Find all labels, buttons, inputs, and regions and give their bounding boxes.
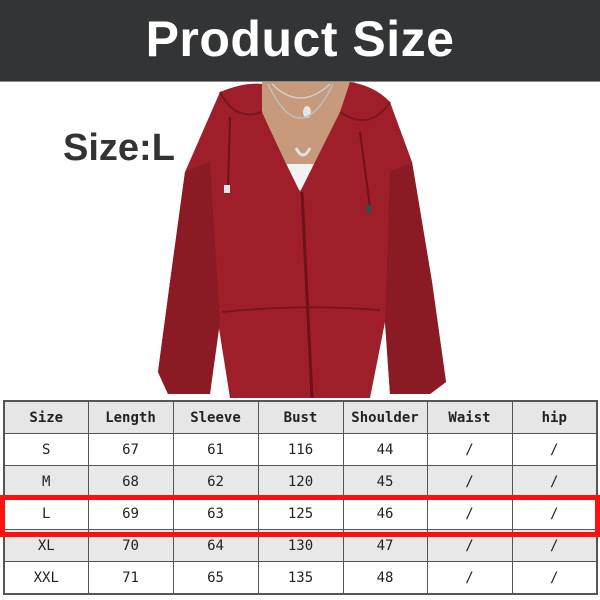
column-header: Sleeve (172, 400, 259, 434)
column-header: Waist (426, 400, 513, 434)
table-cell: 44 (342, 433, 428, 466)
table-row-highlighted: L 69 63 125 46 / / (3, 497, 598, 530)
table-cell: / (511, 497, 598, 530)
table-row: XXL 71 65 135 48 / / (3, 561, 598, 595)
page-title: Product Size (145, 10, 455, 67)
column-header: Size (3, 400, 89, 434)
table-cell: 125 (257, 497, 344, 530)
size-chart-table: Size Length Sleeve Bust Shoulder Waist h… (3, 400, 598, 595)
table-cell: 46 (342, 497, 428, 530)
column-header: Shoulder (342, 400, 428, 434)
table-cell: 61 (172, 433, 259, 466)
table-cell: / (426, 433, 513, 466)
table-cell: / (426, 497, 513, 530)
header-bar: Product Size (0, 0, 600, 82)
column-header: Length (87, 400, 174, 434)
table-cell: 135 (257, 561, 344, 595)
table-row: XL 70 64 130 47 / / (3, 529, 598, 562)
table-cell: 67 (87, 433, 174, 466)
table-cell: / (511, 433, 598, 466)
table-cell: XL (3, 529, 89, 562)
table-cell: 47 (342, 529, 428, 562)
size-label: Size:L (63, 127, 175, 169)
drawstring-tip-left (224, 185, 230, 193)
table-cell: / (426, 561, 513, 595)
table-cell: L (3, 497, 89, 530)
table-cell: 63 (172, 497, 259, 530)
table-cell: 62 (172, 465, 259, 498)
table-cell: 116 (257, 433, 344, 466)
table-cell: 69 (87, 497, 174, 530)
table-row: M 68 62 120 45 / / (3, 465, 598, 498)
table-cell: / (426, 529, 513, 562)
table-cell: / (511, 465, 598, 498)
table-cell: 130 (257, 529, 344, 562)
table-cell: 120 (257, 465, 344, 498)
table-cell: / (511, 561, 598, 595)
table-cell: S (3, 433, 89, 466)
table-cell: / (511, 529, 598, 562)
jacket-shade-left (158, 162, 220, 394)
table-cell: / (426, 465, 513, 498)
table-cell: 48 (342, 561, 428, 595)
drawstring-tip-right (366, 205, 372, 213)
table-cell: 45 (342, 465, 428, 498)
table-cell: 65 (172, 561, 259, 595)
table-row: S 67 61 116 44 / / (3, 433, 598, 466)
product-photo (158, 82, 446, 398)
column-header: hip (511, 400, 598, 434)
table-cell: 68 (87, 465, 174, 498)
column-header: Bust (257, 400, 344, 434)
table-cell: M (3, 465, 89, 498)
table-header-row: Size Length Sleeve Bust Shoulder Waist h… (3, 400, 598, 434)
table-cell: 64 (172, 529, 259, 562)
table-cell: 70 (87, 529, 174, 562)
jacket-shade-right (385, 162, 446, 394)
table-cell: XXL (3, 561, 89, 595)
table-cell: 71 (87, 561, 174, 595)
